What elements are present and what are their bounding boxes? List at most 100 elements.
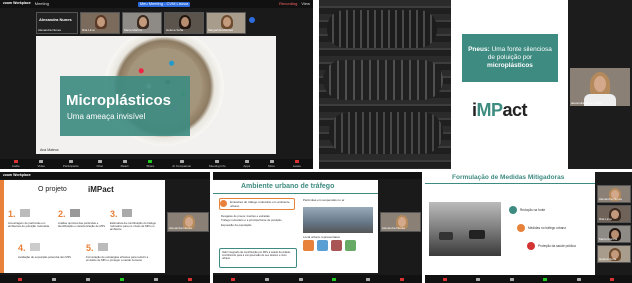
slide-title: Ambiente urbano de tráfego [241, 183, 335, 190]
shared-slide: Microplásticos Uma ameaça invisível Ana … [36, 36, 276, 154]
audio-button[interactable] [18, 277, 22, 281]
participant-tile[interactable]: Rita Lima [80, 12, 120, 34]
participant-name: Margarida Mendes [208, 28, 234, 32]
audio-button[interactable] [230, 277, 235, 281]
meeting-info-button[interactable]: Meeting Info [209, 160, 226, 168]
audio-button[interactable]: Audio [12, 160, 20, 168]
more-button[interactable] [366, 277, 371, 281]
particles-label: Partículas em suspensão no ar [303, 198, 345, 202]
participant-tile[interactable]: Alexandra Nunes [167, 212, 209, 232]
leave-button[interactable]: Leave [293, 160, 301, 168]
more-button[interactable]: More [268, 160, 275, 168]
window-titlebar: zoom Workplace Meeting Meu Meeting - CVM… [0, 0, 313, 8]
video-button[interactable]: Video [37, 160, 45, 168]
react-button[interactable]: React [121, 160, 128, 168]
steps-grid: 1. Amostragem de partículas em ambientes… [8, 204, 158, 270]
tires-photo [319, 0, 451, 169]
step-1: 1. Amostragem de partículas em ambientes… [8, 208, 50, 229]
car-icon [303, 240, 314, 251]
participant-name: Helena Sofia [166, 28, 184, 32]
window-titlebar: zoom Workplace [0, 172, 210, 179]
speaker-name: alexandranunes - CVM [571, 101, 602, 105]
participants-button[interactable] [298, 277, 303, 281]
traffic-icon [517, 224, 525, 232]
cloud-icon [317, 240, 328, 251]
participant-name: Alexandra Nunes [382, 226, 406, 230]
impact-logo: iMPact [472, 100, 528, 120]
road-photo [429, 202, 501, 256]
video-button[interactable] [476, 277, 481, 281]
meeting-title: Meeting [34, 1, 49, 6]
apps-button[interactable]: Apps [243, 160, 250, 168]
speaker-name: Alexandra Nunes [39, 17, 72, 22]
title-box: Pneus: Uma fonte silenciosa de poluição … [462, 34, 558, 82]
participant-name: Maria Martins [599, 237, 618, 241]
more-button[interactable] [576, 277, 581, 281]
zoom-window-project: zoom Workplace O projeto iMPact 1. Amost… [0, 172, 210, 283]
recording-indicator[interactable]: Recording [279, 2, 297, 6]
share-button[interactable] [120, 277, 124, 281]
step-5: 5. Formulação de estratégias eficazes pa… [86, 242, 149, 263]
participant-tile[interactable]: Rita Lima [597, 205, 631, 223]
view-button[interactable]: View [301, 2, 310, 6]
chat-button[interactable]: Chat [96, 160, 103, 168]
title-bold: microplásticos [487, 62, 533, 70]
participant-tile[interactable]: Alexandra Nunes [597, 185, 631, 203]
participant-name: Maria Martins [124, 28, 143, 32]
speaker-tile[interactable]: Alexandra Nunes Alexandra Nunes [36, 12, 78, 34]
share-button[interactable] [332, 277, 337, 281]
share-button[interactable] [543, 277, 548, 281]
participants-button[interactable] [509, 277, 514, 281]
shared-slide: Ambiente urbano de tráfego Emissões do t… [213, 180, 378, 273]
toolbar-title[interactable]: Meu Meeting - CVM Lisboa [137, 1, 191, 7]
mitigation-item-1: Redução na fonte [520, 208, 546, 212]
participants-button[interactable]: Participants [63, 160, 79, 168]
leave-button[interactable] [400, 277, 405, 281]
slide-subtitle: Uma ameaça invisível [67, 112, 146, 121]
participant-tile[interactable]: Maria Martins [122, 12, 162, 34]
mitigation-item-2: Medidas no tráfego urbano [528, 226, 567, 230]
impact-logo: iMPact [88, 185, 114, 194]
step-4: 4. Avaliação de exposição potencial dos … [18, 242, 71, 259]
virus-icon [331, 240, 342, 251]
step-3: 3. Estimativa da contribuição do tráfego… [110, 208, 157, 232]
shared-slide: Pneus: Uma fonte silenciosa de poluição … [319, 0, 568, 169]
participant-tile[interactable]: Margarida Mendes [206, 12, 246, 34]
zoom-window-main: zoom Workplace Meeting Meu Meeting - CVM… [0, 0, 313, 169]
participants-button[interactable] [86, 277, 90, 281]
icons-row [303, 240, 356, 251]
participant-name: Alexandra Nunes [169, 226, 193, 230]
ai-companion-button[interactable]: AI Companion [172, 160, 191, 168]
participant-tile[interactable]: Helena Sofia [164, 12, 204, 34]
window-titlebar [213, 172, 422, 179]
local-label: Local urbano representativo [303, 235, 341, 239]
title-prefix: Pneus: [468, 45, 490, 53]
participant-tile[interactable]: Alexandra Nunes [380, 212, 421, 232]
summary-box: Valor integrado da contribuição por MPs … [219, 248, 297, 268]
video-button[interactable] [52, 277, 56, 281]
participant-tile[interactable]: Maria Martins [597, 225, 631, 243]
speaker-video[interactable]: alexandranunes - CVM [570, 68, 630, 106]
presenter-name: Ana Mateus [40, 148, 59, 152]
participant-tile[interactable]: Helena Sofia [597, 245, 631, 263]
title-text: Uma fonte silenciosa de poluição por [487, 45, 552, 61]
slide-title: Microplásticos [66, 92, 172, 109]
step-2: 2. Análise química das partículas e iden… [58, 208, 106, 229]
more-button[interactable] [154, 277, 158, 281]
next-page-icon[interactable] [249, 17, 255, 23]
zoom-logo: zoom Workplace [3, 172, 31, 177]
mitigation-item-3: Proteção da saúde pública [538, 244, 576, 248]
audio-button[interactable] [442, 277, 447, 281]
slide-title: Pneus: Uma fonte silenciosa de poluição … [466, 46, 554, 70]
presentation-window: Pneus: Uma fonte silenciosa de poluição … [319, 0, 632, 169]
participant-name: Alexandra Nunes [599, 197, 623, 201]
meeting-controls [0, 275, 210, 283]
shared-slide: O projeto iMPact 1. Amostragem de partíc… [0, 180, 165, 273]
leave-button[interactable] [610, 277, 615, 281]
slide-title: O projeto [38, 186, 67, 193]
leave-button[interactable] [188, 277, 192, 281]
share-button[interactable]: Share [146, 160, 154, 168]
meeting-controls [425, 275, 632, 283]
video-button[interactable] [264, 277, 269, 281]
health-icon [527, 242, 535, 250]
